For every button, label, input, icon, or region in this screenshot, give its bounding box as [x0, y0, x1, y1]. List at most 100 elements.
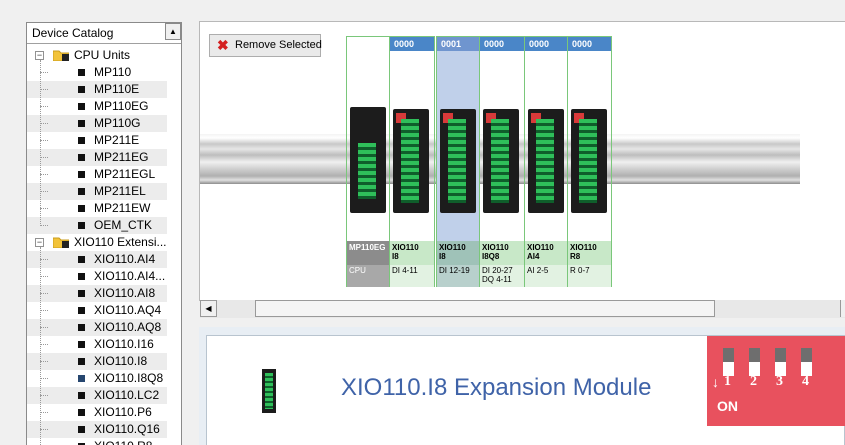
collapse-toggle-icon[interactable]: −: [35, 238, 44, 247]
horizontal-scrollbar[interactable]: ◀: [200, 300, 845, 318]
device-chip-icon: [78, 392, 85, 399]
tree-item[interactable]: MP211EGL: [27, 166, 167, 183]
device-chip-icon: [78, 69, 85, 76]
device-chip-icon: [78, 290, 85, 297]
dip-switch[interactable]: ↓ ON 1 2 3 4: [707, 336, 845, 426]
module-type: CPU: [347, 265, 389, 287]
dip-switch-toggle[interactable]: [749, 348, 760, 376]
expansion-module[interactable]: 0001 XIO110 I8 DI 12-19: [436, 36, 480, 287]
device-chip-icon: [78, 137, 85, 144]
tree-item[interactable]: XIO110.R8: [27, 438, 167, 445]
rack-canvas[interactable]: ✖ Remove Selected MP110EG CPU 0000 XIO110 I…: [199, 21, 845, 318]
tree-item-label: MP211E: [94, 133, 140, 147]
device-chip-icon: [78, 273, 85, 280]
cpu-module[interactable]: MP110EG CPU: [346, 36, 390, 287]
device-chip-icon: [78, 256, 85, 263]
tree-item[interactable]: MP110G: [27, 115, 167, 132]
tree-item[interactable]: MP110E: [27, 81, 167, 98]
tree-item-label: XIO110.I8Q8: [94, 371, 164, 385]
dip-switch-toggle[interactable]: [723, 348, 734, 376]
dip-switch-toggle[interactable]: [801, 348, 812, 376]
tree-item[interactable]: MP110: [27, 64, 167, 81]
remove-selected-label: Remove Selected: [235, 39, 322, 51]
tree-item[interactable]: XIO110.AI8: [27, 285, 167, 302]
tree-group-label: XIO110 Extensi...: [74, 235, 167, 249]
module-name: MP110EG: [349, 243, 386, 252]
module-name: XIO110 AI4: [527, 243, 554, 261]
tree-item-label: MP211EGL: [94, 167, 156, 181]
module-name: XIO110 I8Q8: [482, 243, 509, 261]
device-chip-icon: [78, 205, 85, 212]
device-chip-icon: [78, 222, 85, 229]
io-range-line: R 0-7: [570, 266, 590, 275]
module-detail-title: XIO110.I8 Expansion Module: [341, 374, 652, 401]
tree-item[interactable]: XIO110.I16: [27, 336, 167, 353]
module-io-range: R 0-7: [568, 265, 611, 287]
tree-item-label: MP110EG: [94, 99, 149, 113]
device-catalog-header: Device Catalog: [27, 23, 181, 44]
module-name: XIO110 I8: [439, 243, 466, 261]
tree-item-label: MP110E: [94, 82, 140, 96]
scroll-right-button[interactable]: [840, 300, 845, 317]
dip-on-label: ON: [717, 398, 738, 414]
module-name: XIO110 I8: [392, 243, 419, 261]
tree-item[interactable]: OEM_CTK: [27, 217, 167, 234]
tree-item-label: MP211EG: [94, 150, 149, 164]
tree-item-label: MP110: [94, 65, 132, 79]
tree-item[interactable]: XIO110.I8Q8: [27, 370, 167, 387]
tree-item[interactable]: XIO110.AI4: [27, 251, 167, 268]
remove-selected-button[interactable]: ✖ Remove Selected: [209, 34, 322, 57]
tree-item-label: MP211EW: [94, 201, 151, 215]
module-thumbnail-icon: [262, 369, 276, 413]
tree-item-label: XIO110.AQ8: [94, 320, 162, 334]
tree-group[interactable]: − XIO110 Extensi...: [27, 234, 167, 251]
module-image: [483, 109, 519, 213]
tree-group[interactable]: − CPU Units: [27, 47, 167, 64]
scroll-up-button[interactable]: ▲: [165, 23, 181, 40]
device-chip-icon: [78, 375, 85, 382]
module-detail-panel: XIO110.I8 Expansion Module ↓ ON 1 2 3 4: [199, 327, 845, 445]
module-info: XIO110 AI4 AI 2-5: [525, 241, 567, 287]
device-chip-icon: [78, 154, 85, 161]
module-image: [350, 107, 386, 213]
dip-switch-number: 2: [750, 374, 757, 389]
tree-item-label: XIO110.AI4: [94, 252, 156, 266]
tree-item[interactable]: MP211EW: [27, 200, 167, 217]
module-io-range: DI 4-11: [390, 265, 434, 287]
tree-item-label: OEM_CTK: [94, 218, 153, 232]
module-info: MP110EG CPU: [347, 241, 389, 287]
collapse-toggle-icon[interactable]: −: [35, 51, 44, 60]
tree-item-label: MP211EL: [94, 184, 146, 198]
scroll-thumb[interactable]: [255, 300, 715, 317]
tree-item[interactable]: MP211EL: [27, 183, 167, 200]
module-address: 0001: [437, 37, 479, 51]
device-chip-icon: [78, 120, 85, 127]
module-image: [571, 109, 607, 213]
tree-item[interactable]: XIO110.I8: [27, 353, 167, 370]
tree-item[interactable]: MP211E: [27, 132, 167, 149]
expansion-module[interactable]: 0000 XIO110 I8 DI 4-11: [389, 36, 435, 287]
device-chip-icon: [78, 324, 85, 331]
device-chip-icon: [78, 341, 85, 348]
io-range-line: DI 12-19: [439, 266, 470, 275]
expansion-module[interactable]: 0000 XIO110 R8 R 0-7: [567, 36, 612, 287]
tree-item-label: XIO110.AI4...: [94, 269, 166, 283]
tree-item[interactable]: XIO110.Q16: [27, 421, 167, 438]
module-info: XIO110 I8Q8 DI 20-27 DQ 4-11: [480, 241, 524, 287]
tree-item-label: XIO110.I8: [94, 354, 148, 368]
module-detail-card: XIO110.I8 Expansion Module ↓ ON 1 2 3 4: [206, 335, 845, 445]
tree-item[interactable]: MP211EG: [27, 149, 167, 166]
tree-item[interactable]: MP110EG: [27, 98, 167, 115]
tree-item[interactable]: XIO110.P6: [27, 404, 167, 421]
device-catalog-panel: Device Catalog ▲ − CPU Units MP110 MP110E MP…: [26, 22, 182, 445]
scroll-left-button[interactable]: ◀: [200, 300, 217, 317]
module-info: XIO110 I8 DI 4-11: [390, 241, 434, 287]
tree-item[interactable]: XIO110.AQ4: [27, 302, 167, 319]
device-chip-icon: [78, 426, 85, 433]
expansion-module[interactable]: 0000 XIO110 I8Q8 DI 20-27 DQ 4-11: [479, 36, 525, 287]
tree-item[interactable]: XIO110.AI4...: [27, 268, 167, 285]
dip-switch-toggle[interactable]: [775, 348, 786, 376]
tree-item[interactable]: XIO110.AQ8: [27, 319, 167, 336]
tree-item[interactable]: XIO110.LC2: [27, 387, 167, 404]
expansion-module[interactable]: 0000 XIO110 AI4 AI 2-5: [524, 36, 568, 287]
